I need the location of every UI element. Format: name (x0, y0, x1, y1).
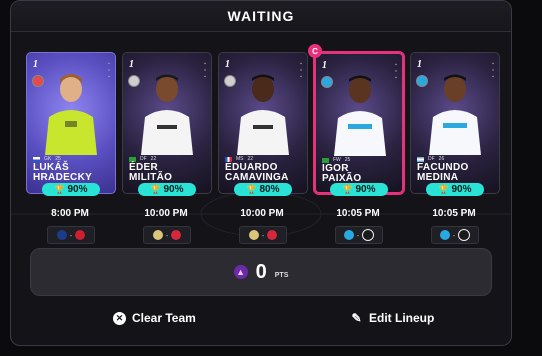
home-crest-icon (439, 230, 450, 240)
player-name: ÉDER MILITÃO (129, 163, 207, 183)
player-name: FACUNDO MEDINA (417, 163, 495, 183)
ownership-pct: 80% (259, 184, 280, 195)
kickoff-time: 8:00 PM (51, 208, 89, 219)
card-edition-icon: ▪▪▪ (202, 61, 208, 81)
vs-dash: - (261, 230, 265, 240)
close-circle-icon: ✕ (113, 311, 126, 325)
fixture-box: - (431, 226, 479, 244)
trophy-icon: 🏆 (54, 185, 65, 194)
home-crest-icon (248, 230, 259, 240)
rarity-label: 1 (225, 59, 230, 70)
edit-lineup-button[interactable]: ✎ Edit Lineup (350, 306, 434, 330)
rarity-label: 1 (129, 59, 134, 70)
fixture-box: - (335, 226, 383, 244)
home-crest-icon (56, 230, 67, 240)
vs-dash: - (69, 230, 73, 240)
nation-flag-icon (33, 156, 40, 162)
points-label: PTS (274, 271, 289, 279)
nation-flag-icon (417, 156, 424, 162)
ownership-badge: 🏆 90% (330, 183, 388, 196)
ownership-badge: 🏆 90% (426, 183, 484, 196)
player-slot[interactable]: C 1 ▪▪▪ FW 25 IGOR PAIXÃO 🏆 90% 10:05 PM… (308, 44, 404, 244)
card-edition-icon: ▪▪▪ (393, 62, 399, 82)
trophy-icon: 🏆 (342, 185, 353, 194)
points-value: 0 (255, 260, 267, 283)
player-name: EDUARDO CAMAVINGA (225, 163, 303, 183)
card-edition-icon: ▪▪▪ (490, 61, 496, 81)
away-crest-icon (267, 230, 278, 240)
home-crest-icon (152, 230, 163, 240)
ownership-pct: 90% (67, 184, 88, 195)
card-edition-icon: ▪▪▪ (298, 61, 304, 81)
captain-badge: C (308, 44, 322, 58)
kickoff-time: 10:05 PM (432, 208, 476, 219)
vs-dash: - (356, 230, 360, 240)
points-bar: ▲ 0 PTS (30, 248, 492, 296)
ownership-pct: 90% (355, 184, 376, 195)
player-name-last: HRADECKY (33, 172, 93, 183)
player-card[interactable]: 1 ▪▪▪ GK 25 LUKÁŠ HRADECKY (26, 52, 116, 194)
rarity-label: 1 (33, 59, 38, 70)
nation-flag-icon (225, 156, 232, 162)
fixture-box: - (143, 226, 191, 244)
nation-flag-icon (129, 156, 136, 162)
player-name-last: MEDINA (417, 172, 459, 183)
ownership-pct: 90% (451, 184, 472, 195)
player-slot[interactable]: 1 ▪▪▪ MS 22 EDUARDO CAMAVINGA 🏆 80% 10:0… (218, 52, 308, 244)
player-portrait (237, 74, 289, 155)
ownership-badge: 🏆 90% (42, 183, 100, 196)
kickoff-time: 10:00 PM (144, 208, 188, 219)
ownership-badge: 🏆 90% (138, 183, 196, 196)
card-edition-icon: ▪▪▪ (106, 61, 112, 81)
status-title: WAITING (11, 1, 511, 32)
player-card[interactable]: 1 ▪▪▪ MS 22 EDUARDO CAMAVINGA (218, 52, 308, 194)
kickoff-time: 10:00 PM (240, 208, 284, 219)
kickoff-time: 10:05 PM (336, 208, 380, 219)
ownership-pct: 90% (163, 184, 184, 195)
vs-dash: - (165, 230, 169, 240)
nation-flag-icon (322, 157, 329, 163)
player-slot[interactable]: 1 ▪▪▪ GK 25 LUKÁŠ HRADECKY 🏆 90% 8:00 PM… (26, 52, 116, 244)
player-name-last: MILITÃO (129, 172, 173, 183)
away-crest-icon (458, 229, 471, 241)
fixture-box: - (239, 226, 287, 244)
rarity-label: 1 (322, 60, 327, 71)
player-name: IGOR PAIXÃO (322, 164, 398, 184)
player-cards: 1 ▪▪▪ GK 25 LUKÁŠ HRADECKY 🏆 90% 8:00 PM… (26, 44, 506, 244)
edit-pen-icon: ✎ (351, 311, 362, 325)
ownership-badge: 🏆 80% (234, 183, 292, 196)
player-card[interactable]: 1 ▪▪▪ DF 26 FACUNDO MEDINA (410, 52, 500, 194)
player-card[interactable]: 1 ▪▪▪ FW 25 IGOR PAIXÃO (314, 52, 404, 194)
player-portrait (334, 75, 386, 156)
player-slot[interactable]: 1 ▪▪▪ DF 22 ÉDER MILITÃO 🏆 90% 10:00 PM … (122, 52, 212, 244)
away-crest-icon (362, 229, 375, 241)
player-portrait (45, 74, 97, 155)
boost-arrow-icon[interactable]: ▲ (233, 265, 248, 279)
edit-lineup-label: Edit Lineup (369, 311, 435, 325)
clear-team-label: Clear Team (132, 311, 196, 325)
trophy-icon: 🏆 (246, 185, 257, 194)
action-row: ✕ Clear Team ✎ Edit Lineup (0, 306, 542, 330)
away-crest-icon (171, 230, 182, 240)
fixture-box: - (47, 226, 95, 244)
trophy-icon: 🏆 (438, 185, 449, 194)
vs-dash: - (452, 230, 456, 240)
player-name: LUKÁŠ HRADECKY (33, 163, 111, 183)
player-slot[interactable]: 1 ▪▪▪ DF 26 FACUNDO MEDINA 🏆 90% 10:05 P… (410, 52, 500, 244)
rarity-label: 1 (417, 59, 422, 70)
clear-team-button[interactable]: ✕ Clear Team (113, 306, 196, 330)
player-name-last: CAMAVINGA (225, 172, 289, 183)
home-crest-icon (343, 230, 354, 240)
player-card[interactable]: 1 ▪▪▪ DF 22 ÉDER MILITÃO (122, 52, 212, 194)
player-portrait (141, 74, 193, 155)
player-portrait (429, 74, 481, 155)
away-crest-icon (75, 230, 86, 240)
trophy-icon: 🏆 (150, 185, 161, 194)
